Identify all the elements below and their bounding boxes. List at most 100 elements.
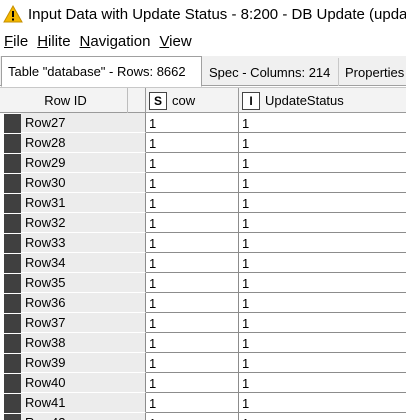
table-row[interactable]: Row27 1 1 (0, 113, 406, 133)
row-gap-cell (128, 273, 146, 293)
row-gap-cell (128, 293, 146, 313)
table-row[interactable]: Row30 1 1 (0, 173, 406, 193)
row-id-cell: Row32 (21, 213, 128, 233)
string-type-icon: S (149, 91, 167, 110)
table-row[interactable]: Row28 1 1 (0, 133, 406, 153)
row-gap-cell (128, 373, 146, 393)
table-row[interactable]: Row32 1 1 (0, 213, 406, 233)
row-id-cell: Row37 (21, 313, 128, 333)
row-marker (4, 374, 21, 393)
header-row-id[interactable]: Row ID (4, 88, 128, 113)
cow-cell[interactable]: 1 (146, 413, 239, 420)
row-id-cell: Row42 (21, 413, 128, 420)
window-title: Input Data with Update Status - 8:200 - … (28, 5, 406, 23)
tab-spec[interactable]: Spec - Columns: 214 (203, 58, 339, 86)
table-row[interactable]: Row31 1 1 (0, 193, 406, 213)
header-update-status-label: UpdateStatus (265, 93, 344, 108)
cow-cell[interactable]: 1 (146, 153, 239, 173)
row-gap-cell (128, 113, 146, 133)
row-marker (4, 134, 21, 153)
row-id-cell: Row30 (21, 173, 128, 193)
table-row[interactable]: Row41 1 1 (0, 393, 406, 413)
menu-navigation[interactable]: Navigation (80, 33, 151, 50)
row-id-cell: Row35 (21, 273, 128, 293)
cow-cell[interactable]: 1 (146, 393, 239, 413)
update-status-cell[interactable]: 1 (239, 153, 406, 173)
update-status-cell[interactable]: 1 (239, 293, 406, 313)
table-row[interactable]: Row38 1 1 (0, 333, 406, 353)
table-row[interactable]: Row40 1 1 (0, 373, 406, 393)
table-row[interactable]: Row29 1 1 (0, 153, 406, 173)
tab-properties[interactable]: Properties (339, 58, 406, 86)
cow-cell[interactable]: 1 (146, 373, 239, 393)
header-separator (128, 88, 146, 113)
cow-cell[interactable]: 1 (146, 293, 239, 313)
menu-file[interactable]: File (4, 33, 28, 50)
cow-cell[interactable]: 1 (146, 273, 239, 293)
update-status-cell[interactable]: 1 (239, 113, 406, 133)
menu-view[interactable]: View (159, 33, 191, 50)
row-gap-cell (128, 213, 146, 233)
update-status-cell[interactable]: 1 (239, 393, 406, 413)
row-marker (4, 114, 21, 133)
row-id-cell: Row39 (21, 353, 128, 373)
header-update-status[interactable]: I UpdateStatus (239, 88, 406, 113)
row-gap-cell (128, 253, 146, 273)
table-row[interactable]: Row34 1 1 (0, 253, 406, 273)
cow-cell[interactable]: 1 (146, 253, 239, 273)
update-status-cell[interactable]: 1 (239, 133, 406, 153)
row-marker (4, 154, 21, 173)
table-row[interactable]: Row33 1 1 (0, 233, 406, 253)
integer-type-icon: I (242, 91, 260, 110)
cow-cell[interactable]: 1 (146, 113, 239, 133)
cow-cell[interactable]: 1 (146, 353, 239, 373)
update-status-cell[interactable]: 1 (239, 333, 406, 353)
header-cow-label: cow (172, 93, 196, 108)
menu-hilite[interactable]: Hilite (37, 33, 70, 50)
row-gap-cell (128, 313, 146, 333)
row-gap-cell (128, 413, 146, 420)
update-status-cell[interactable]: 1 (239, 273, 406, 293)
update-status-cell[interactable]: 1 (239, 313, 406, 333)
row-gap-cell (128, 233, 146, 253)
tab-table[interactable]: Table "database" - Rows: 8662 (1, 56, 202, 87)
cow-cell[interactable]: 1 (146, 173, 239, 193)
row-id-cell: Row36 (21, 293, 128, 313)
update-status-cell[interactable]: 1 (239, 353, 406, 373)
row-marker (4, 414, 21, 420)
cow-cell[interactable]: 1 (146, 193, 239, 213)
update-status-cell[interactable]: 1 (239, 173, 406, 193)
header-cow[interactable]: S cow (146, 88, 239, 113)
update-status-cell[interactable]: 1 (239, 193, 406, 213)
update-status-cell[interactable]: 1 (239, 253, 406, 273)
table-row[interactable]: Row36 1 1 (0, 293, 406, 313)
cow-cell[interactable]: 1 (146, 133, 239, 153)
row-id-cell: Row38 (21, 333, 128, 353)
row-id-cell: Row41 (21, 393, 128, 413)
row-gap-cell (128, 193, 146, 213)
table-row[interactable]: Row42 11 (0, 413, 406, 420)
title-bar: Input Data with Update Status - 8:200 - … (0, 0, 406, 28)
row-marker (4, 294, 21, 313)
row-marker (4, 234, 21, 253)
update-status-cell[interactable]: 1 (239, 413, 406, 420)
update-status-cell[interactable]: 1 (239, 373, 406, 393)
row-marker (4, 214, 21, 233)
table-row[interactable]: Row39 1 1 (0, 353, 406, 373)
menu-bar: File Hilite Navigation View (0, 29, 406, 53)
row-gap-cell (128, 133, 146, 153)
table-row[interactable]: Row37 1 1 (0, 313, 406, 333)
table-row[interactable]: Row35 1 1 (0, 273, 406, 293)
update-status-cell[interactable]: 1 (239, 213, 406, 233)
cow-cell[interactable]: 1 (146, 213, 239, 233)
update-status-cell[interactable]: 1 (239, 233, 406, 253)
cow-cell[interactable]: 1 (146, 233, 239, 253)
data-table: Row ID S cow I UpdateStatus Row27 1 1 Row28… (0, 87, 406, 420)
row-gap-cell (128, 153, 146, 173)
row-gap-cell (128, 173, 146, 193)
table-header: Row ID S cow I UpdateStatus (0, 87, 406, 113)
cow-cell[interactable]: 1 (146, 313, 239, 333)
cow-cell[interactable]: 1 (146, 333, 239, 353)
row-id-cell: Row33 (21, 233, 128, 253)
row-marker (4, 354, 21, 373)
